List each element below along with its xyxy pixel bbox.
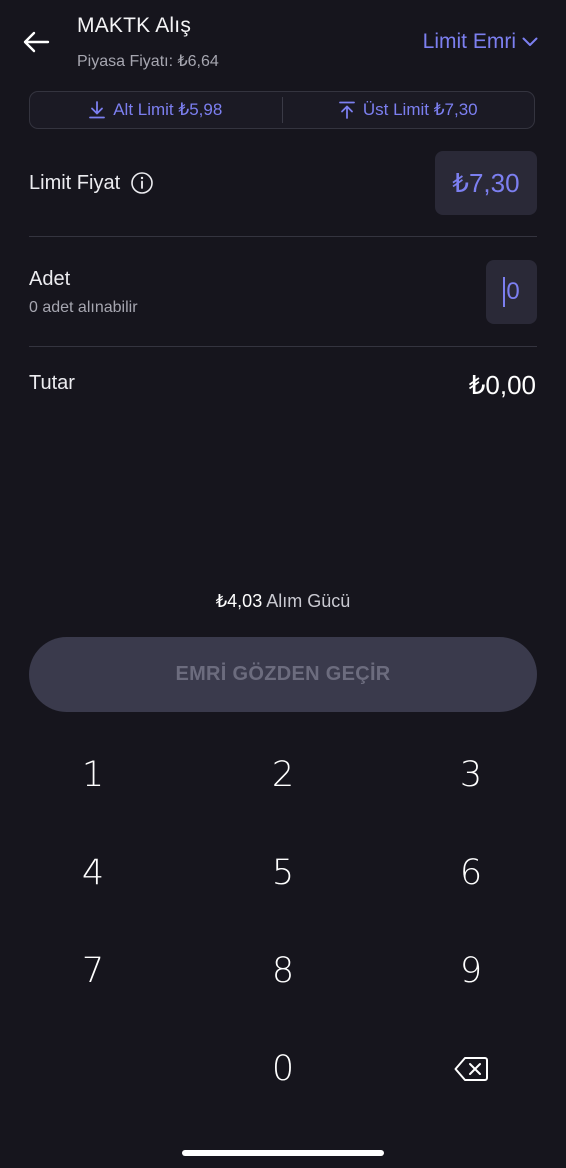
text-cursor	[503, 277, 506, 307]
home-indicator[interactable]	[182, 1150, 384, 1156]
key-9[interactable]: 9	[396, 931, 546, 1011]
lower-limit-button[interactable]: Alt Limit ₺5,98	[30, 92, 282, 128]
arrow-left-icon	[23, 31, 50, 53]
back-button[interactable]	[16, 24, 56, 60]
limit-price-row: Limit Fiyat	[29, 171, 154, 195]
quantity-available: 0 adet alınabilir	[29, 299, 138, 316]
key-0[interactable]: 0	[208, 1029, 358, 1109]
order-type-dropdown[interactable]: Limit Emri	[423, 30, 538, 54]
upload-arrow-icon	[338, 101, 355, 119]
page-title: MAKTK Alış	[77, 14, 192, 37]
key-7[interactable]: 7	[18, 931, 168, 1011]
key-5[interactable]: 5	[208, 833, 358, 913]
amount-value: ₺0,00	[468, 370, 536, 400]
key-4[interactable]: 4	[18, 833, 168, 913]
quantity-label: Adet	[29, 268, 71, 290]
buying-power-value: ₺4,03	[215, 591, 263, 611]
divider	[29, 236, 537, 237]
price-limit-bar: Alt Limit ₺5,98 Üst Limit ₺7,30	[29, 91, 535, 129]
info-circle-icon[interactable]	[130, 171, 154, 195]
key-3[interactable]: 3	[396, 735, 546, 815]
limit-price-label: Limit Fiyat	[29, 171, 121, 194]
market-price: Piyasa Fiyatı: ₺6,64	[77, 53, 219, 70]
key-8[interactable]: 8	[208, 931, 358, 1011]
buying-power-label: Alım Gücü	[266, 591, 351, 611]
amount-label: Tutar	[29, 372, 75, 394]
divider	[29, 346, 537, 347]
upper-limit-button[interactable]: Üst Limit ₺7,30	[283, 92, 535, 128]
upper-limit-label: Üst Limit ₺7,30	[362, 100, 478, 119]
key-6[interactable]: 6	[396, 833, 546, 913]
order-type-label: Limit Emri	[422, 30, 516, 53]
download-arrow-icon	[89, 101, 106, 119]
key-1[interactable]: 1	[18, 735, 168, 815]
chevron-down-icon	[522, 37, 538, 46]
quantity-input[interactable]: 0	[486, 260, 537, 324]
quantity-value: 0	[506, 278, 520, 305]
review-order-button[interactable]: EMRİ GÖZDEN GEÇİR	[29, 637, 537, 712]
backspace-key[interactable]	[396, 1029, 546, 1109]
lower-limit-label: Alt Limit ₺5,98	[113, 100, 223, 119]
buying-power: ₺4,03 Alım Gücü	[0, 591, 566, 612]
limit-price-input[interactable]: ₺7,30	[435, 151, 537, 215]
backspace-icon	[454, 1057, 488, 1081]
key-2[interactable]: 2	[208, 735, 358, 815]
